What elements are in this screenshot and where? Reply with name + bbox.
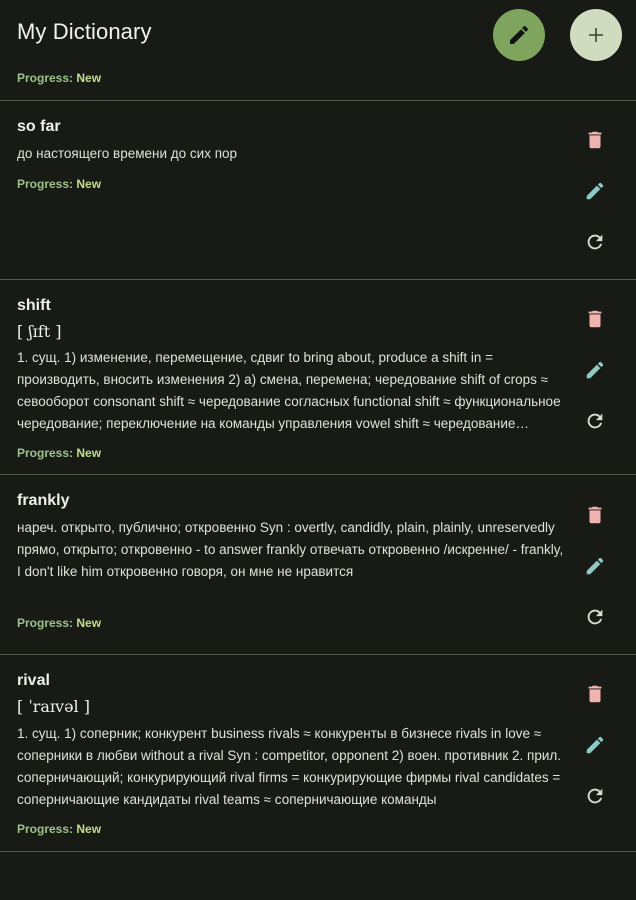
word-definition: 1. сущ. 1) соперник; конкурент business … xyxy=(17,726,562,807)
divider xyxy=(0,851,636,852)
header-progress: Progress: New xyxy=(17,71,101,85)
edit-button[interactable] xyxy=(580,355,610,385)
reset-progress-button[interactable] xyxy=(580,781,610,811)
add-word-button[interactable] xyxy=(570,9,622,61)
progress-value: New xyxy=(76,822,102,836)
edit-button[interactable] xyxy=(580,551,610,581)
page-title: My Dictionary xyxy=(17,19,152,44)
pencil-icon xyxy=(584,555,606,577)
reset-progress-button[interactable] xyxy=(580,602,610,632)
word-transcription: [ ʃɪft ] xyxy=(17,322,62,341)
progress-label: Progress: xyxy=(17,177,74,191)
delete-button[interactable] xyxy=(580,500,610,530)
pencil-icon xyxy=(584,734,606,756)
trash-icon xyxy=(584,308,606,330)
app-header: My Dictionary Progress: New xyxy=(0,0,636,100)
progress-label: Progress: xyxy=(17,446,74,460)
word-progress: Progress: New xyxy=(17,177,101,191)
reset-progress-button[interactable] xyxy=(580,227,610,257)
edit-dictionary-button[interactable] xyxy=(493,9,545,61)
word-title: shift xyxy=(17,297,51,314)
delete-button[interactable] xyxy=(580,679,610,709)
word-title: rival xyxy=(17,672,50,689)
pencil-icon xyxy=(584,359,606,381)
progress-value: New xyxy=(76,446,102,460)
word-card[interactable]: so far до настоящего времени до сих пор … xyxy=(0,101,636,279)
word-card[interactable]: rival [ ˈraɪvəl ] 1. сущ. 1) соперник; к… xyxy=(0,655,636,850)
progress-label: Progress: xyxy=(17,822,74,836)
word-definition: 1. сущ. 1) изменение, перемещение, сдвиг… xyxy=(17,350,561,431)
progress-value: New xyxy=(76,177,102,191)
word-progress: Progress: New xyxy=(17,822,101,836)
trash-icon xyxy=(584,504,606,526)
progress-label: Progress: xyxy=(17,71,74,85)
refresh-icon xyxy=(584,785,606,807)
word-transcription: [ ˈraɪvəl ] xyxy=(17,697,90,716)
refresh-icon xyxy=(584,606,606,628)
plus-icon xyxy=(587,26,605,44)
refresh-icon xyxy=(584,410,606,432)
delete-button[interactable] xyxy=(580,304,610,334)
word-progress: Progress: New xyxy=(17,616,101,630)
word-title: frankly xyxy=(17,492,70,509)
word-progress: Progress: New xyxy=(17,446,101,460)
word-definition: нареч. открыто, публично; откровенно Syn… xyxy=(17,520,564,579)
word-definition: до настоящего времени до сих пор xyxy=(17,146,238,161)
trash-icon xyxy=(584,129,606,151)
edit-button[interactable] xyxy=(580,176,610,206)
edit-button[interactable] xyxy=(580,730,610,760)
reset-progress-button[interactable] xyxy=(580,406,610,436)
pencil-icon xyxy=(584,180,606,202)
word-card[interactable]: shift [ ʃɪft ] 1. сущ. 1) изменение, пер… xyxy=(0,280,636,474)
trash-icon xyxy=(584,683,606,705)
pencil-icon xyxy=(507,23,531,47)
delete-button[interactable] xyxy=(580,125,610,155)
progress-value: New xyxy=(76,71,102,85)
progress-value: New xyxy=(76,616,102,630)
refresh-icon xyxy=(584,231,606,253)
word-card[interactable]: frankly нареч. открыто, публично; откров… xyxy=(0,475,636,654)
word-title: so far xyxy=(17,118,61,135)
progress-label: Progress: xyxy=(17,616,74,630)
